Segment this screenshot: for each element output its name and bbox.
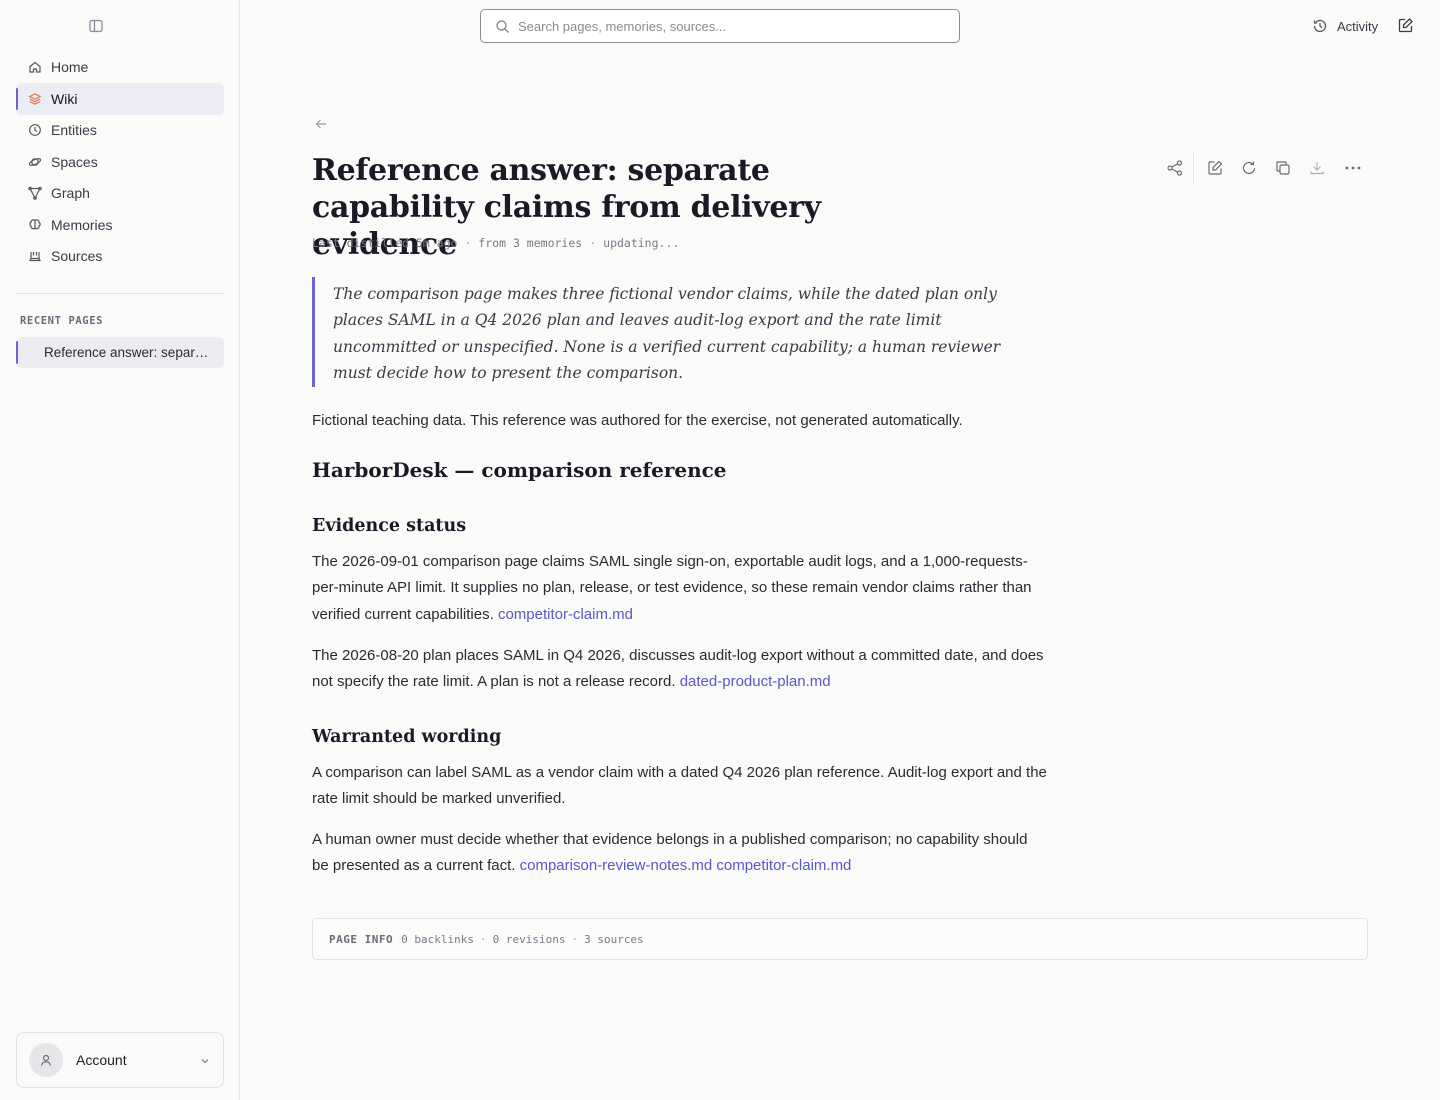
sidebar-item-sources[interactable]: Sources — [16, 240, 224, 272]
sidebar-item-label: Sources — [51, 248, 103, 264]
evidence-paragraph-1: The 2026-09-01 comparison page claims SA… — [312, 549, 1047, 628]
page-toolbar — [1166, 153, 1362, 183]
chevron-down-icon — [199, 1054, 211, 1066]
new-page-icon[interactable] — [1397, 17, 1414, 34]
sidebar-item-label: Entities — [51, 122, 97, 138]
evidence-status-heading: Evidence status — [312, 516, 467, 536]
graph-icon — [28, 186, 42, 200]
sidebar-item-label: Spaces — [51, 153, 98, 170]
wording-paragraph-1: A comparison can label SAML as a vendor … — [312, 764, 1047, 808]
revisions-count[interactable]: 0 revisions — [493, 933, 566, 946]
recent-pages-heading: RECENT PAGES — [20, 315, 104, 327]
brain-icon — [28, 218, 42, 232]
page-meta: Last distilled 5m ago · from 3 memories · up… — [312, 236, 680, 250]
source-link[interactable]: competitor-claim.md — [498, 606, 633, 623]
page-info-bar: PAGE INFO 0 backlinks · 0 revisions · 3 sour… — [312, 918, 1368, 960]
sidebar-item-entities[interactable]: Entities — [16, 114, 224, 146]
account-label: Account — [76, 1052, 127, 1068]
paragraph-text: The 2026-08-20 plan places SAML in Q4 20… — [312, 647, 1044, 691]
recent-page-item[interactable]: Reference answer: separat... — [16, 337, 224, 368]
backlinks-count[interactable]: 0 backlinks — [401, 933, 474, 946]
sidebar-item-label: Graph — [51, 185, 90, 201]
sidebar-item-label: Memories — [51, 216, 113, 233]
page-info-label: PAGE INFO — [329, 932, 394, 946]
search-bar[interactable] — [480, 9, 960, 43]
search-icon — [495, 19, 510, 34]
orbit-icon — [28, 155, 42, 169]
activity-button[interactable]: Activity — [1312, 17, 1378, 35]
sidebar-item-label: Home — [51, 59, 89, 75]
summary-quote: The comparison page makes three fictiona… — [312, 277, 1042, 387]
toolbar-divider — [1193, 153, 1194, 183]
sidebar-item-label: Wiki — [51, 90, 78, 107]
source-link[interactable]: comparison-review-notes.md — [520, 857, 713, 874]
sidebar-toggle-icon[interactable] — [88, 18, 104, 34]
activity-label: Activity — [1337, 18, 1379, 34]
sidebar-item-spaces[interactable]: Spaces — [16, 146, 224, 178]
search-input[interactable] — [518, 18, 938, 34]
source-link[interactable]: competitor-claim.md — [716, 857, 851, 874]
graph-view-icon[interactable] — [1166, 159, 1184, 177]
intro-paragraph: Fictional teaching data. This reference … — [312, 412, 963, 429]
sidebar-item-home[interactable]: Home — [16, 51, 224, 83]
sources-count[interactable]: 3 sources — [584, 933, 644, 946]
section-heading: HarborDesk — comparison reference — [312, 458, 727, 482]
account-menu[interactable]: Account — [16, 1032, 224, 1088]
history-icon — [1312, 18, 1328, 34]
inbox-icon — [28, 249, 42, 263]
sidebar-item-memories[interactable]: Memories — [16, 209, 224, 241]
edit-icon[interactable] — [1206, 159, 1224, 177]
paragraph-text: The 2026-09-01 comparison page claims SA… — [312, 553, 1032, 623]
sidebar-item-graph[interactable]: Graph — [16, 177, 224, 209]
refresh-icon[interactable] — [1240, 159, 1258, 177]
clock-icon — [28, 123, 42, 137]
back-arrow-icon[interactable] — [314, 117, 328, 131]
source-link[interactable]: dated-product-plan.md — [680, 673, 831, 690]
sidebar: Home Wiki Entities Spaces Graph Memories… — [0, 0, 240, 1100]
recent-page-label: Reference answer: separat... — [44, 345, 210, 360]
evidence-paragraph-2: The 2026-08-20 plan places SAML in Q4 20… — [312, 643, 1047, 696]
avatar — [29, 1043, 63, 1077]
copy-icon[interactable] — [1274, 159, 1292, 177]
wording-paragraph-2: A human owner must decide whether that e… — [312, 827, 1047, 880]
home-icon — [28, 60, 42, 74]
sidebar-item-wiki[interactable]: Wiki — [16, 82, 224, 115]
user-icon — [40, 1054, 52, 1066]
update-status: updating... — [603, 236, 680, 250]
download-icon[interactable] — [1308, 159, 1326, 177]
distilled-time: Last distilled 5m ago — [312, 236, 458, 250]
sidebar-divider — [16, 293, 224, 294]
more-icon[interactable] — [1344, 159, 1362, 177]
warranted-wording-heading: Warranted wording — [312, 727, 502, 747]
sidebar-nav: Home Wiki Entities Spaces Graph Memories… — [16, 51, 224, 272]
layers-icon — [28, 92, 42, 106]
memory-count: from 3 memories — [478, 236, 583, 250]
